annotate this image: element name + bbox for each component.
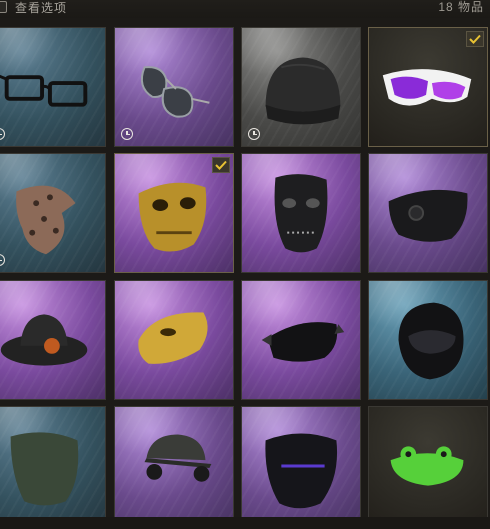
item-tile-demon-skull-mask[interactable] [241,406,361,526]
inventory-grid [0,0,490,529]
view-options-toggle[interactable]: 查看选项 [0,0,67,16]
demon-skull-mask-icon [265,433,338,509]
item-tile-gold-half-mask[interactable] [114,280,234,400]
black-motorcycle-helmet-icon [398,302,464,380]
item-tile-black-motorcycle-helmet[interactable] [368,280,488,400]
black-stitched-mask-icon [274,174,328,253]
item-tile-green-face-wrap[interactable] [0,406,106,526]
cap-with-headset-icon [144,434,212,482]
rectangular-glasses-icon [0,74,88,107]
leopard-bandana-icon [16,185,76,255]
item-tile-gray-beanie[interactable] [241,27,361,147]
timed-item-clock-icon [121,128,133,140]
item-tile-cap-with-headset[interactable] [114,406,234,526]
item-tile-leopard-bandana[interactable] [0,153,106,273]
black-face-mask-icon [388,189,468,242]
item-tile-cowboy-hat-rose[interactable] [0,280,106,400]
selected-check-icon [466,31,484,47]
bottom-bar [0,517,490,529]
gray-beanie-icon [265,57,341,125]
item-tile-purple-visor-sunglasses[interactable] [368,27,488,147]
view-options-label: 查看选项 [15,0,68,15]
item-tile-aviator-sunglasses[interactable] [114,27,234,147]
frog-mask-icon [390,446,464,486]
item-count: 18 物品 [438,0,484,14]
cowboy-hat-rose-icon [0,314,88,366]
top-bar: 查看选项 18 物品 [0,0,490,18]
item-tile-rectangular-glasses[interactable] [0,27,106,147]
selected-check-icon [212,157,230,173]
item-tile-black-stitched-mask[interactable] [241,153,361,273]
aviator-sunglasses-icon [140,66,210,118]
item-tile-black-spiked-mask[interactable] [241,280,361,400]
black-spiked-mask-icon [261,322,345,362]
timed-item-clock-icon [248,128,260,140]
item-tile-black-face-mask[interactable] [368,153,488,273]
view-options-checkbox[interactable] [0,1,7,13]
green-face-wrap-icon [10,432,79,506]
item-tile-frog-mask[interactable] [368,406,488,526]
item-tile-gold-skull-mask[interactable] [114,153,234,273]
gold-half-mask-icon [138,312,208,364]
